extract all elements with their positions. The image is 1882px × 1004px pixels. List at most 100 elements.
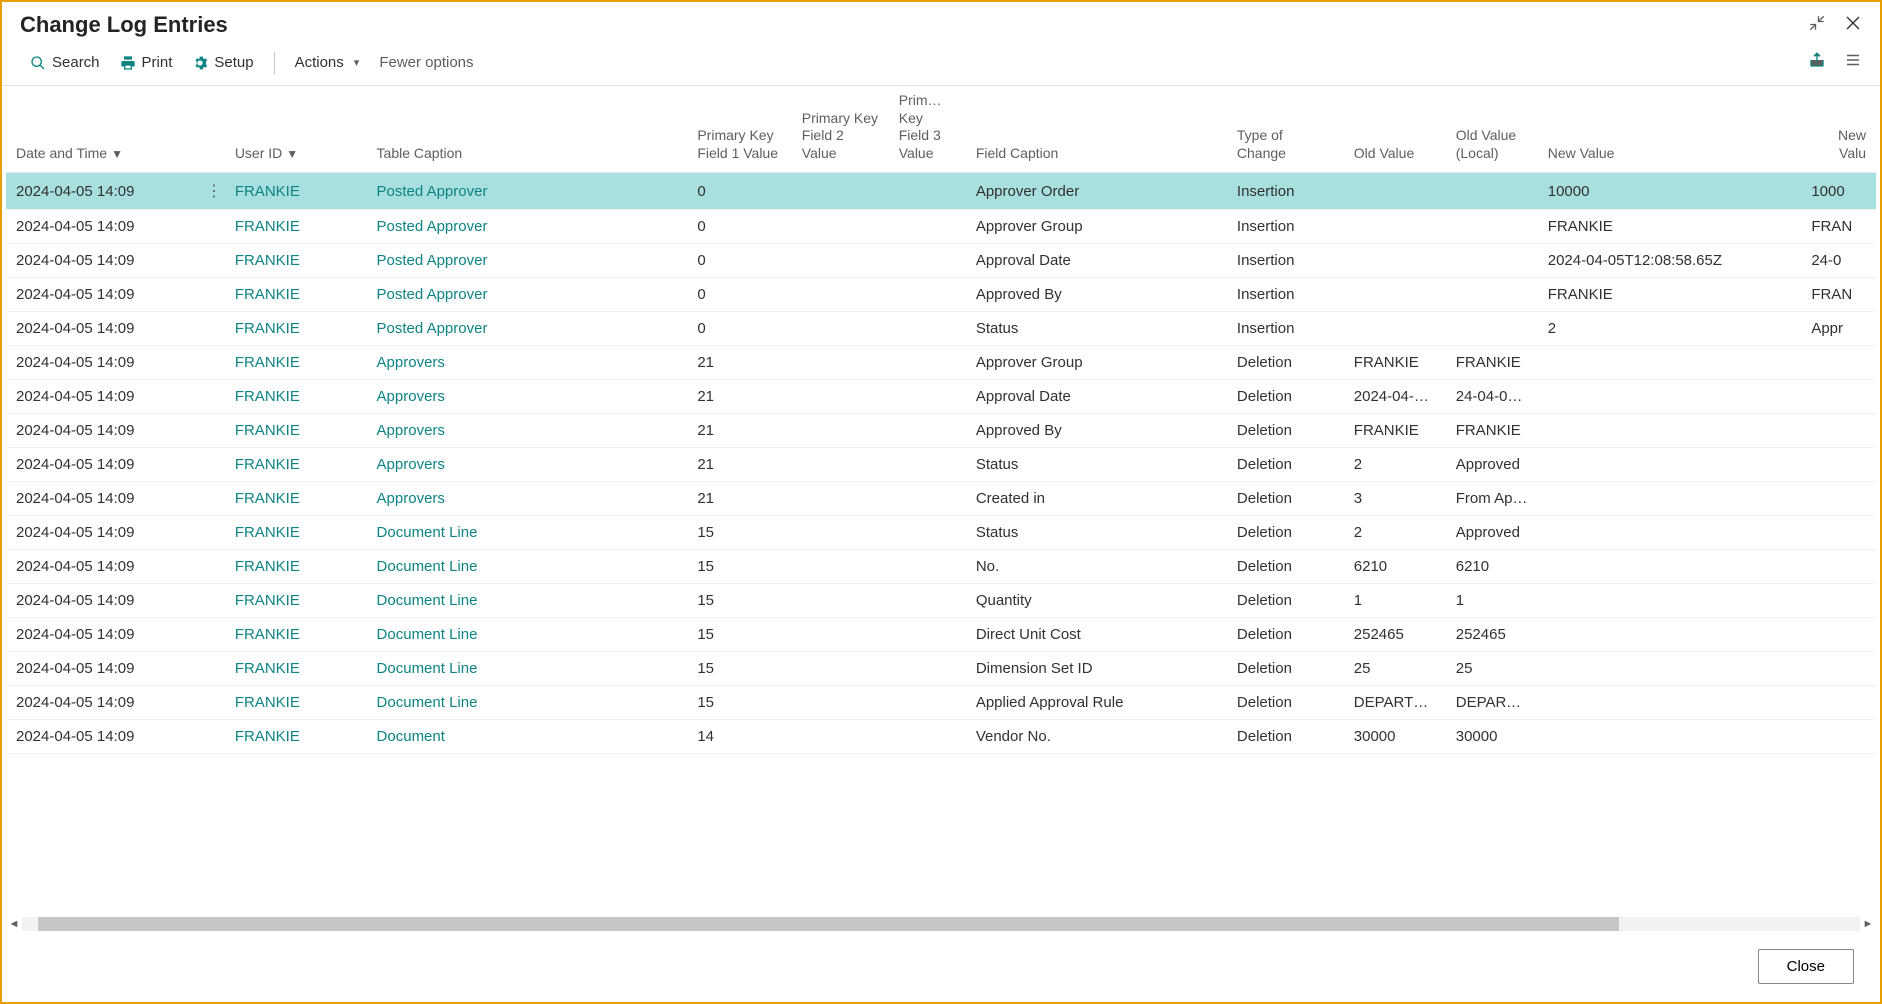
row-menu-cell[interactable] [195,380,225,414]
table-row[interactable]: 2024-04-05 14:09FRANKIEPosted Approver0A… [6,244,1876,278]
cell-tcaption[interactable]: Posted Approver [367,278,688,312]
cell-tcaption[interactable]: Approvers [367,482,688,516]
cell-tcaption[interactable]: Approvers [367,380,688,414]
row-menu-cell[interactable] [195,652,225,686]
table-row[interactable]: 2024-04-05 14:09FRANKIEDocument Line15No… [6,550,1876,584]
cell-tcaption[interactable]: Document Line [367,686,688,720]
collapse-icon[interactable] [1808,14,1826,37]
cell-nv [1538,550,1802,584]
cell-userid[interactable]: FRANKIE [225,686,367,720]
cell-userid[interactable]: FRANKIE [225,312,367,346]
cell-tcaption[interactable]: Approvers [367,448,688,482]
cell-userid[interactable]: FRANKIE [225,652,367,686]
cell-userid[interactable]: FRANKIE [225,516,367,550]
row-menu-cell[interactable] [195,346,225,380]
scroll-thumb[interactable] [38,917,1619,931]
cell-tcaption[interactable]: Posted Approver [367,210,688,244]
table-row[interactable]: 2024-04-05 14:09FRANKIEApprovers21Approv… [6,346,1876,380]
table-row[interactable]: 2024-04-05 14:09FRANKIEDocument Line15Ap… [6,686,1876,720]
table-row[interactable]: 2024-04-05 14:09⋮FRANKIEPosted Approver0… [6,173,1876,210]
table-row[interactable]: 2024-04-05 14:09FRANKIEDocument Line15Di… [6,652,1876,686]
table-row[interactable]: 2024-04-05 14:09FRANKIEApprovers21Status… [6,448,1876,482]
table-row[interactable]: 2024-04-05 14:09FRANKIEApprovers21Approv… [6,380,1876,414]
row-menu-cell[interactable] [195,448,225,482]
table-row[interactable]: 2024-04-05 14:09FRANKIEDocument Line15Di… [6,618,1876,652]
row-menu-cell[interactable] [195,516,225,550]
cell-tcaption[interactable]: Approvers [367,346,688,380]
col-tcaption[interactable]: Table Caption [367,86,688,173]
row-menu-cell[interactable]: ⋮ [195,173,225,210]
col-toc[interactable]: Type of Change [1227,86,1344,173]
cell-userid[interactable]: FRANKIE [225,618,367,652]
col-ov[interactable]: Old Value [1344,86,1446,173]
cell-tcaption[interactable]: Document Line [367,584,688,618]
scroll-left-arrow[interactable]: ◄ [6,918,22,930]
grid-container[interactable]: Date and Time▼ User ID▼ Table Caption Pr… [6,86,1876,915]
cell-tcaption[interactable]: Posted Approver [367,312,688,346]
col-pk1[interactable]: Primary Key Field 1 Value [687,86,791,173]
cell-userid[interactable]: FRANKIE [225,584,367,618]
search-button[interactable]: Search [20,50,110,75]
row-menu-cell[interactable] [195,618,225,652]
cell-userid[interactable]: FRANKIE [225,414,367,448]
cell-userid[interactable]: FRANKIE [225,720,367,754]
row-menu-cell[interactable] [195,584,225,618]
cell-userid[interactable]: FRANKIE [225,244,367,278]
table-row[interactable]: 2024-04-05 14:09FRANKIEApprovers21Create… [6,482,1876,516]
filter-icon[interactable]: ▼ [111,147,123,161]
cell-userid[interactable]: FRANKIE [225,210,367,244]
fewer-options-button[interactable]: Fewer options [369,50,483,75]
table-row[interactable]: 2024-04-05 14:09FRANKIEDocument Line15St… [6,516,1876,550]
cell-userid[interactable]: FRANKIE [225,346,367,380]
col-ovl[interactable]: Old Value (Local) [1446,86,1538,173]
row-menu-cell[interactable] [195,482,225,516]
row-menu-cell[interactable] [195,244,225,278]
print-button[interactable]: Print [110,50,183,75]
scroll-right-arrow[interactable]: ► [1860,918,1876,930]
cell-tcaption[interactable]: Approvers [367,414,688,448]
row-menu-cell[interactable] [195,720,225,754]
cell-userid[interactable]: FRANKIE [225,173,367,210]
col-fcaption[interactable]: Field Caption [966,86,1227,173]
horizontal-scrollbar[interactable]: ◄ ► [6,915,1876,933]
col-userid[interactable]: User ID▼ [225,86,367,173]
setup-button[interactable]: Setup [182,50,263,75]
close-icon[interactable] [1844,14,1862,37]
table-row[interactable]: 2024-04-05 14:09FRANKIEDocument Line15Qu… [6,584,1876,618]
row-menu-cell[interactable] [195,210,225,244]
share-icon[interactable] [1808,51,1826,74]
row-menu-cell[interactable] [195,414,225,448]
cell-tcaption[interactable]: Document [367,720,688,754]
table-row[interactable]: 2024-04-05 14:09FRANKIEApprovers21Approv… [6,414,1876,448]
table-row[interactable]: 2024-04-05 14:09FRANKIEPosted Approver0A… [6,210,1876,244]
row-menu-cell[interactable] [195,550,225,584]
cell-userid[interactable]: FRANKIE [225,380,367,414]
cell-userid[interactable]: FRANKIE [225,482,367,516]
col-nvl[interactable]: New Valu [1801,86,1876,173]
cell-tcaption[interactable]: Document Line [367,516,688,550]
col-nv[interactable]: New Value [1538,86,1802,173]
table-row[interactable]: 2024-04-05 14:09FRANKIEPosted Approver0A… [6,278,1876,312]
row-menu-cell[interactable] [195,278,225,312]
cell-tcaption[interactable]: Posted Approver [367,173,688,210]
table-row[interactable]: 2024-04-05 14:09FRANKIEDocument14Vendor … [6,720,1876,754]
close-button[interactable]: Close [1758,949,1854,984]
table-row[interactable]: 2024-04-05 14:09FRANKIEPosted Approver0S… [6,312,1876,346]
cell-userid[interactable]: FRANKIE [225,278,367,312]
cell-tcaption[interactable]: Document Line [367,550,688,584]
cell-tcaption[interactable]: Posted Approver [367,244,688,278]
cell-userid[interactable]: FRANKIE [225,448,367,482]
filter-icon[interactable]: ▼ [286,147,298,161]
row-menu-cell[interactable] [195,686,225,720]
col-pk3[interactable]: Prim… Key Field 3 Value [889,86,966,173]
kebab-icon[interactable]: ⋮ [205,181,223,201]
list-view-icon[interactable] [1844,51,1862,74]
col-pk2[interactable]: Primary Key Field 2 Value [792,86,889,173]
col-datetime[interactable]: Date and Time▼ [6,86,195,173]
cell-tcaption[interactable]: Document Line [367,618,688,652]
actions-menu[interactable]: Actions ▾ [285,50,370,75]
scroll-track[interactable] [22,917,1860,931]
cell-tcaption[interactable]: Document Line [367,652,688,686]
cell-userid[interactable]: FRANKIE [225,550,367,584]
row-menu-cell[interactable] [195,312,225,346]
